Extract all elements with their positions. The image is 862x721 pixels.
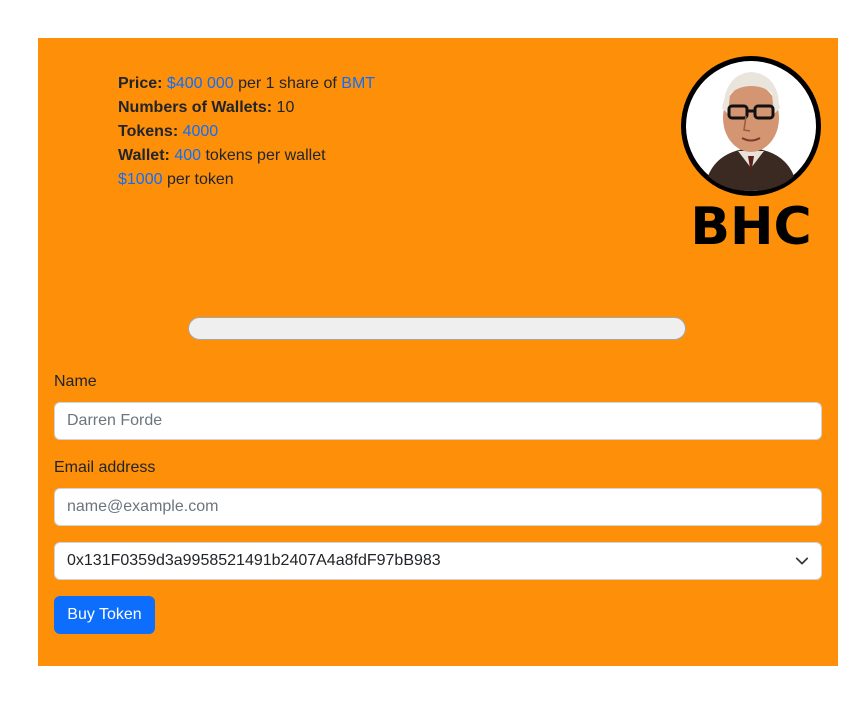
price-mid-text: per 1 share of <box>238 75 337 92</box>
wallet-value: 400 <box>174 147 202 164</box>
wallet-row: Wallet: 400 tokens per wallet <box>118 144 375 168</box>
wallet-select-value: 0x131F0359d3a9958521491b2407A4a8fdF97bB9… <box>67 552 441 569</box>
email-label: Email address <box>54 459 156 476</box>
name-input[interactable] <box>54 402 822 440</box>
chevron-down-icon <box>795 557 809 565</box>
sale-progress-bar <box>188 317 686 340</box>
tokens-label: Tokens: <box>118 123 179 140</box>
price-asset: BMT <box>341 75 376 92</box>
tokens-row: Tokens: 4000 <box>118 120 375 144</box>
name-label: Name <box>54 373 97 390</box>
email-input[interactable] <box>54 488 822 526</box>
wallets-value: 10 <box>276 99 295 116</box>
wallets-row: Numbers of Wallets: 10 <box>118 96 375 120</box>
wallet-select[interactable]: 0x131F0359d3a9958521491b2407A4a8fdF97bB9… <box>54 542 822 580</box>
token-sale-card: Price: $400 000 per 1 share of BMT Numbe… <box>38 38 838 666</box>
buy-token-button[interactable]: Buy Token <box>54 596 155 634</box>
token-info: Price: $400 000 per 1 share of BMT Numbe… <box>118 72 375 192</box>
price-value: $400 000 <box>166 75 234 92</box>
logo-text: BHC <box>690 197 811 256</box>
price-label: Price: <box>118 75 163 92</box>
wallet-suffix: tokens per wallet <box>205 147 326 164</box>
bhc-logo: BHC <box>681 56 821 256</box>
price-row: Price: $400 000 per 1 share of BMT <box>118 72 375 96</box>
token-price-suffix: per token <box>166 171 234 188</box>
tokens-value: 4000 <box>182 123 219 140</box>
token-price-value: $1000 <box>118 171 163 188</box>
token-price-row: $1000 per token <box>118 168 375 192</box>
wallets-label: Numbers of Wallets: <box>118 99 273 116</box>
wallet-label: Wallet: <box>118 147 170 164</box>
